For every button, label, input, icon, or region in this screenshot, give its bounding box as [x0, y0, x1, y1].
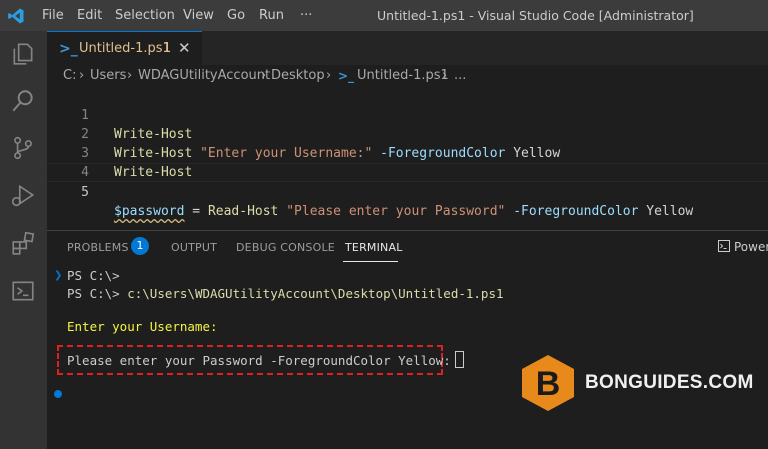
- code-line: 3 Write-Host: [47, 125, 768, 180]
- run-debug-icon[interactable]: [9, 181, 37, 209]
- tab-untitled-1[interactable]: >_ Untitled-1.ps1 1 ✕: [47, 31, 202, 65]
- breadcrumb-more[interactable]: ...: [454, 68, 466, 83]
- breadcrumb-desktop[interactable]: Desktop: [271, 68, 325, 83]
- terminal-prompt: PS C:\>: [67, 286, 120, 301]
- explorer-icon[interactable]: [9, 40, 37, 68]
- code-editor[interactable]: 1 Write-Host 2 Write-Host "Enter your Us…: [47, 87, 768, 230]
- breadcrumb-account[interactable]: WDAGUtilityAccount: [138, 68, 270, 83]
- bonguides-logo-icon: B: [522, 355, 574, 411]
- activity-bar: [0, 31, 47, 449]
- editor-tabs: >_ Untitled-1.ps1 1 ✕: [47, 31, 768, 65]
- terminal-cursor: [454, 351, 464, 368]
- terminal-line: Enter your Username:: [67, 319, 218, 334]
- terminal-icon[interactable]: [9, 277, 37, 305]
- terminal-prompt-text: Please enter your Password -ForegroundCo…: [67, 353, 451, 368]
- logo-letter: B: [536, 365, 561, 403]
- terminal-input-line[interactable]: Please enter your Password -ForegroundCo…: [67, 351, 464, 370]
- code-token: Read-Host: [207, 204, 279, 219]
- tab-terminal[interactable]: TERMINAL: [345, 241, 403, 254]
- breadcrumb: C: › Users › WDAGUtilityAccount › Deskto…: [63, 68, 467, 83]
- menu-selection[interactable]: Selection: [115, 0, 175, 31]
- close-icon[interactable]: ✕: [178, 39, 191, 57]
- code-token: =: [192, 204, 201, 219]
- tab-output[interactable]: OUTPUT: [171, 241, 217, 254]
- powershell-file-icon: >_: [59, 41, 78, 57]
- terminal-shell-icon: [718, 240, 730, 252]
- menu-run[interactable]: Run: [259, 0, 284, 31]
- tab-debug-console[interactable]: DEBUG CONSOLE: [236, 241, 335, 254]
- tab-label: Untitled-1.ps1: [79, 41, 171, 56]
- menu-more[interactable]: ···: [300, 0, 312, 31]
- powershell-file-icon: >_: [338, 69, 355, 83]
- command-status-dot-icon: [54, 390, 62, 398]
- active-tab-indicator: [343, 261, 398, 262]
- code-line: 1 Write-Host: [47, 87, 768, 142]
- code-line-current: 5 $password = Read-Host "Please enter yo…: [47, 163, 768, 219]
- breadcrumb-drive[interactable]: C:: [63, 68, 76, 83]
- terminal-line: PS C:\> c:\Users\WDAGUtilityAccount\Desk…: [67, 285, 504, 303]
- watermark-text: BONGUIDES.COM: [585, 372, 754, 393]
- tab-problems[interactable]: PROBLEMS: [67, 241, 129, 254]
- terminal-command: c:\Users\WDAGUtilityAccount\Desktop\Unti…: [127, 286, 504, 301]
- code-token: -ForegroundColor: [513, 204, 639, 219]
- menu-file[interactable]: File: [42, 0, 64, 31]
- menu-edit[interactable]: Edit: [77, 0, 102, 31]
- source-control-icon[interactable]: [9, 134, 37, 162]
- code-line: 2 Write-Host "Enter your Username:" -For…: [47, 106, 768, 161]
- extensions-icon[interactable]: [9, 229, 37, 257]
- search-icon[interactable]: [9, 87, 37, 115]
- code-token: "Please enter your Password": [286, 204, 506, 219]
- breadcrumb-file[interactable]: Untitled-1.ps1: [357, 68, 449, 83]
- code-token: $password: [114, 204, 185, 219]
- vscode-logo-icon: [8, 8, 24, 24]
- terminal-shell-selector[interactable]: Power: [718, 240, 768, 254]
- terminal-line: PS C:\>: [67, 268, 120, 283]
- bottom-panel: PROBLEMS 1 OUTPUT DEBUG CONSOLE TERMINAL…: [47, 230, 768, 449]
- breadcrumb-users[interactable]: Users: [90, 68, 126, 83]
- tab-problem-count: 1: [163, 41, 172, 56]
- problems-badge: 1: [131, 237, 149, 255]
- command-decoration-icon: ❯: [54, 270, 63, 281]
- shell-label: Power: [734, 240, 768, 254]
- window-title: Untitled-1.ps1 - Visual Studio Code [Adm…: [377, 8, 694, 23]
- line-number: 5: [81, 185, 89, 200]
- title-bar: File Edit Selection View Go Run ··· Unti…: [0, 0, 768, 31]
- code-token: Yellow: [646, 204, 694, 219]
- menu-view[interactable]: View: [183, 0, 214, 31]
- menu-go[interactable]: Go: [227, 0, 245, 31]
- code-line: 4: [47, 144, 768, 180]
